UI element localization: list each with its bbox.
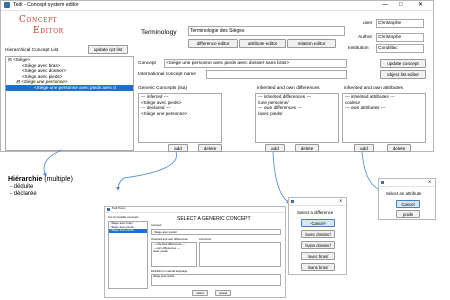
cancel-button[interactable]: cancel xyxy=(215,290,231,296)
close-icon[interactable]: ✕ xyxy=(428,179,431,185)
annotation-item: - déclarée xyxy=(10,191,37,197)
dialog-concept-field[interactable]: <Siège avec pieds> xyxy=(151,229,281,235)
app-icon xyxy=(381,181,384,184)
attr-option-cancel[interactable]: Cancel xyxy=(396,200,420,208)
annotation-item: - déduite xyxy=(10,184,34,190)
attr-dialog-title: Select an attribute xyxy=(386,191,422,196)
attr-option[interactable]: poids xyxy=(396,210,420,218)
dialog-concept-label: Concept xyxy=(151,223,162,227)
diff-dialog-title: Select a difference xyxy=(297,210,334,215)
select-button[interactable]: select xyxy=(192,290,208,296)
dialog-titlebar: ✕ xyxy=(289,198,346,206)
diff-option-cancel[interactable]: -Cancel- xyxy=(301,219,335,227)
diff-option[interactable]: /avec bras/ xyxy=(301,252,335,260)
arrow-add-to-generic-dialog xyxy=(116,151,177,191)
hierarchy-annotation: Hiérarchie (multiple) - déduite - déclar… xyxy=(8,176,88,202)
dialog-titlebar: Tedi Tinory xyxy=(105,206,285,213)
dialog-def-box[interactable]: Siège avec pieds xyxy=(151,274,281,286)
dialog-diff-list[interactable]: --- inherited differences --- --- own di… xyxy=(151,242,197,267)
dialog-heading: SELECT A GENERIC CONCEPT xyxy=(177,216,251,222)
dialog-def-value: Siège avec pieds xyxy=(153,274,175,278)
list-item[interactable]: /avec pieds/ xyxy=(152,250,196,254)
possible-concepts-list[interactable]: <Siège avec bras> <Siège avec pieds> <Si… xyxy=(108,221,148,289)
generic-concept-dialog: Tedi Tinory SELECT A GENERIC CONCEPT Lis… xyxy=(104,206,286,298)
list-item-selected[interactable]: <Siège avec pieds> xyxy=(109,229,147,233)
app-icon xyxy=(107,208,110,211)
arrow-tree-to-annotation xyxy=(42,149,63,177)
select-difference-dialog: ✕ Select a difference -Cancel- /avec dos… xyxy=(288,197,347,275)
select-attribute-dialog: ✕ Select an attribute Cancel poids xyxy=(378,178,436,220)
app-icon xyxy=(291,200,294,203)
close-icon[interactable]: ✕ xyxy=(339,198,342,204)
dialog-titlebar: ✕ xyxy=(379,179,435,187)
dialog-comment-box[interactable] xyxy=(199,242,281,267)
diff-option[interactable]: /sans dossier/ xyxy=(301,241,335,249)
possible-concepts-label: List of possible concepts xyxy=(108,215,139,219)
annotation-title: Hiérarchie xyxy=(8,176,43,183)
annotation-title-rest: (multiple) xyxy=(42,176,73,183)
dialog-title: Tedi Tinory xyxy=(112,206,126,210)
diff-option[interactable]: /avec dossier/ xyxy=(301,230,335,238)
arrow-add-to-diff-dialog xyxy=(272,151,291,204)
diff-option[interactable]: /sans bras/ xyxy=(301,263,335,271)
